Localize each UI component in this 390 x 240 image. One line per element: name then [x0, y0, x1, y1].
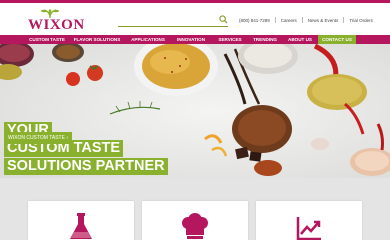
divider — [301, 17, 303, 23]
search-input[interactable] — [118, 13, 216, 26]
utility-links: (800) 841-7289 Careers News & Events Tri… — [239, 17, 373, 23]
main-nav: CUSTOM TASTE FLAVOR SOLUTIONS APPLICATIO… — [0, 35, 390, 44]
divider — [343, 17, 345, 23]
divider — [274, 17, 276, 23]
cta-label: WIXON CUSTOM TASTE — [8, 135, 65, 141]
search-bar — [118, 13, 228, 27]
search-icon[interactable] — [219, 15, 228, 24]
wixon-logo[interactable]: WIXON — [28, 9, 84, 33]
nav-item-contact-us[interactable]: CONTACT US — [318, 35, 356, 44]
hero-banner: YOUR CUSTOM TASTE SOLUTIONS PARTNER — [0, 44, 390, 178]
headline-line-3: SOLUTIONS PARTNER — [4, 158, 168, 175]
chart-trend-icon — [296, 217, 321, 240]
chef-hat-icon — [182, 213, 208, 239]
trial-orders-link[interactable]: Trial Orders — [349, 18, 373, 23]
nav-item-custom-taste[interactable]: CUSTOM TASTE — [26, 35, 68, 44]
feature-card-trends[interactable] — [256, 201, 362, 240]
feature-card-culinary[interactable] — [142, 201, 248, 240]
nav-item-about-us[interactable]: ABOUT US — [282, 35, 318, 44]
nav-item-trending[interactable]: TRENDING — [248, 35, 282, 44]
nav-item-innovation[interactable]: INNOVATION — [170, 35, 212, 44]
features-section — [0, 178, 390, 240]
phone-link[interactable]: (800) 841-7289 — [239, 18, 270, 23]
nav-item-flavor-solutions[interactable]: FLAVOR SOLUTIONS — [68, 35, 126, 44]
nav-item-applications[interactable]: APPLICATIONS — [126, 35, 170, 44]
careers-link[interactable]: Careers — [281, 18, 297, 23]
feature-card-science[interactable] — [28, 201, 134, 240]
site-header: WIXON (800) 841-7289 Careers News & Even… — [0, 3, 390, 35]
logo-wordmark: WIXON — [28, 17, 85, 33]
flask-icon — [70, 213, 92, 239]
news-events-link[interactable]: News & Events — [308, 18, 339, 23]
custom-taste-cta-button[interactable]: WIXON CUSTOM TASTE › — [4, 132, 73, 144]
hero-headline: YOUR CUSTOM TASTE SOLUTIONS PARTNER — [4, 122, 168, 176]
nav-item-services[interactable]: SERVICES — [212, 35, 248, 44]
